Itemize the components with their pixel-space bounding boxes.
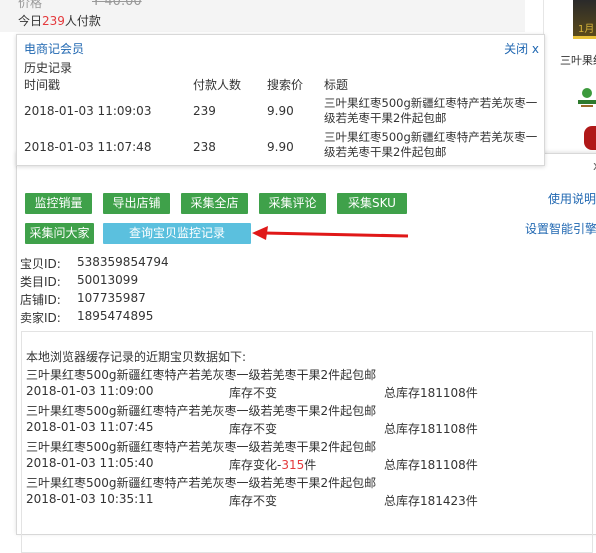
- cache-record-title: 三叶果红枣500g新疆红枣特产若羌灰枣一级若羌枣干果2件起包邮: [26, 440, 377, 454]
- cache-record-title: 三叶果红枣500g新疆红枣特产若羌灰枣一级若羌枣干果2件起包邮: [26, 404, 377, 418]
- column-header-price: 搜索价: [267, 78, 304, 92]
- cache-record-total: 总库存181108件: [384, 386, 478, 400]
- column-header-time: 时间戳: [24, 78, 61, 92]
- cache-record-time: 2018-01-03 11:09:00: [26, 384, 154, 398]
- collect-sku-button[interactable]: 采集SKU: [337, 193, 407, 214]
- cache-record-time: 2018-01-03 11:05:40: [26, 456, 154, 470]
- original-price: ¥ 40.00: [92, 0, 142, 9]
- cache-record-stock: 库存不变: [229, 494, 278, 508]
- help-link[interactable]: 使用说明: [548, 190, 596, 207]
- history-row-payers: 238: [193, 140, 216, 154]
- side-product-logo-icon[interactable]: [577, 86, 596, 112]
- cache-record-total: 总库存181108件: [384, 458, 478, 472]
- history-row-title: 三叶果红枣500g新疆红枣特产若羌灰枣一级若羌枣干果2件起包邮: [324, 96, 538, 125]
- history-subtitle: 历史记录: [24, 61, 73, 75]
- history-row-payers: 239: [193, 104, 216, 118]
- history-row-time: 2018-01-03 11:07:48: [24, 140, 152, 154]
- cache-record-title: 三叶果红枣500g新疆红枣特产若羌灰枣一级若羌枣干果2件起包邮: [26, 368, 377, 382]
- history-close-button[interactable]: 关闭 x: [504, 40, 539, 57]
- cache-intro: 本地浏览器缓存记录的近期宝贝数据如下:: [26, 350, 247, 364]
- item-id-value: 538359854794: [77, 255, 169, 269]
- item-id-label: 宝贝ID:: [20, 257, 61, 271]
- cache-records-box: 本地浏览器缓存记录的近期宝贝数据如下: 三叶果红枣500g新疆红枣特产若羌灰枣一…: [21, 331, 593, 553]
- history-row-time: 2018-01-03 11:09:03: [24, 104, 152, 118]
- history-popup: 电商记会员 关闭 x 历史记录 时间戳 付款人数 搜索价 标题 2018-01-…: [16, 34, 545, 166]
- side-product-brand: 1月: [578, 24, 595, 35]
- today-paid-count: 今日239人付款: [18, 14, 101, 28]
- history-popup-title[interactable]: 电商记会员: [24, 40, 84, 57]
- cache-record-total: 总库存181423件: [384, 494, 478, 508]
- collect-shop-button[interactable]: 采集全店: [181, 193, 248, 214]
- tool-panel: x 监控销量 导出店铺 采集全店 采集评论 采集SKU 使用说明 采集问大家 查…: [16, 153, 596, 553]
- side-product-title[interactable]: 三叶果红: [560, 52, 596, 68]
- cache-record-total: 总库存181108件: [384, 422, 478, 436]
- history-row-price: 9.90: [267, 140, 294, 154]
- column-header-payers: 付款人数: [193, 78, 242, 92]
- seller-id-label: 卖家ID:: [20, 311, 61, 325]
- cache-record-time: 2018-01-03 10:35:11: [26, 492, 154, 506]
- cache-record-time: 2018-01-03 11:07:45: [26, 420, 154, 434]
- shop-id-value: 107735987: [77, 291, 146, 305]
- monitor-sales-button[interactable]: 监控销量: [25, 193, 92, 214]
- cache-record-stock: 库存不变: [229, 422, 278, 436]
- category-id-label: 类目ID:: [20, 275, 61, 289]
- column-header-title: 标题: [324, 78, 349, 92]
- side-product-thumbnail-2[interactable]: [584, 126, 596, 150]
- cache-record-stock: 库存变化-315件: [229, 458, 317, 472]
- export-shop-button[interactable]: 导出店铺: [103, 193, 170, 214]
- collect-qa-button[interactable]: 采集问大家: [25, 223, 94, 244]
- query-monitor-records-button[interactable]: 查询宝贝监控记录: [103, 223, 251, 244]
- shop-id-label: 店铺ID:: [20, 293, 61, 307]
- cache-record-title: 三叶果红枣500g新疆红枣特产若羌灰枣一级若羌枣干果2件起包邮: [26, 476, 377, 490]
- collect-reviews-button[interactable]: 采集评论: [259, 193, 326, 214]
- smart-engine-link[interactable]: 设置智能引擎: [525, 220, 596, 237]
- history-row-price: 9.90: [267, 104, 294, 118]
- price-label: 价格: [18, 0, 43, 10]
- seller-id-value: 1895474895: [77, 309, 154, 323]
- category-id-value: 50013099: [77, 273, 139, 287]
- red-arrow-icon: [252, 226, 409, 240]
- history-row-title: 三叶果红枣500g新疆红枣特产若羌灰枣一级若羌枣干果2件起包邮: [324, 130, 538, 159]
- cache-record-stock: 库存不变: [229, 386, 278, 400]
